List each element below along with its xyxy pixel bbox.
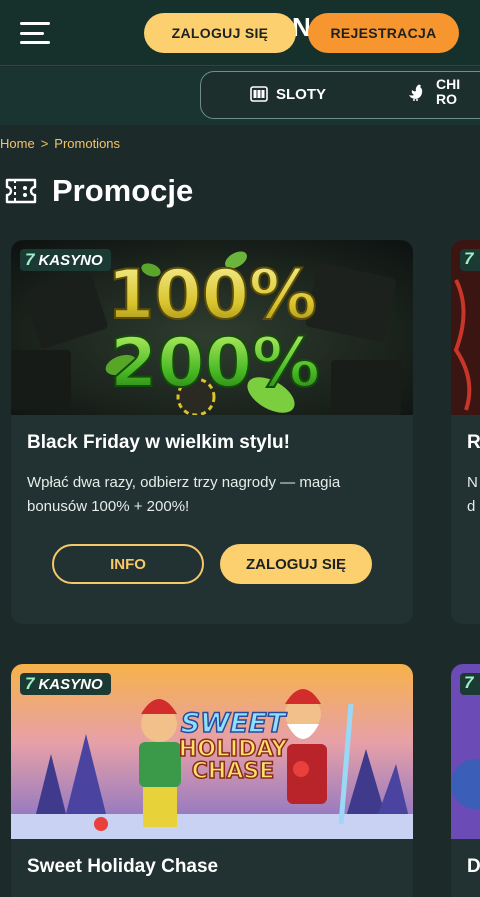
promotion-title: Black Friday w wielkim stylu! <box>27 432 290 453</box>
kasyno-seven-icon: 7 <box>25 674 35 693</box>
page-heading: Promocje <box>52 173 194 208</box>
peek-title: D <box>467 856 480 877</box>
promotion-image: 100% 200% 7 KASYNO <box>11 240 413 415</box>
category-slots[interactable]: SLOTY <box>250 85 326 103</box>
breadcrumb-separator: > <box>40 136 49 151</box>
breadcrumb-home[interactable]: Home <box>0 136 35 151</box>
kasyno-seven-icon: 7 <box>25 250 35 269</box>
kasyno-label: KASYNO <box>38 251 103 269</box>
category-chicken-label: CHI RO <box>436 76 461 107</box>
kasyno-seven-icon: 7 <box>460 249 480 271</box>
page-title: Promocje <box>4 173 193 209</box>
promo-image-text-bottom: CHASE <box>192 759 274 784</box>
slot-machine-icon <box>250 86 268 102</box>
breadcrumb: Home > Promotions <box>0 136 120 151</box>
promotion-image: SWEET HOLIDAY CHASE 7 KASYNO <box>11 664 413 839</box>
category-nav: SLOTY CHI RO <box>0 67 480 125</box>
category-chicken[interactable]: CHI RO <box>406 77 476 107</box>
info-button[interactable]: INFO <box>52 544 204 584</box>
menu-icon[interactable] <box>20 22 50 44</box>
register-button[interactable]: REJESTRACJA <box>308 13 459 53</box>
kasyno-badge: 7 KASYNO <box>20 249 111 271</box>
top-header: N ZALOGUJ SIĘ REJESTRACJA <box>0 0 480 66</box>
promo-image-text-top: SWEET <box>181 708 288 739</box>
promo-image-text-bottom: 200% <box>110 324 320 403</box>
card-login-button[interactable]: ZALOGUJ SIĘ <box>220 544 372 584</box>
promotion-card: 100% 200% 7 KASYNO Black Friday w wielki… <box>11 240 413 624</box>
promotion-card: SWEET HOLIDAY CHASE 7 KASYNO Sweet Holid… <box>11 664 413 897</box>
promotion-title: Sweet Holiday Chase <box>27 856 219 877</box>
promotion-card-peek[interactable]: 7 R N d <box>451 240 480 624</box>
peek-desc-line: d <box>467 498 476 515</box>
promotion-description: Wpłać dwa razy, odbierz trzy nagrody — m… <box>27 474 341 515</box>
ticket-icon <box>5 178 37 204</box>
kasyno-seven-icon: 7 <box>460 673 480 695</box>
kasyno-badge: 7 KASYNO <box>20 673 111 695</box>
peek-description: N d <box>467 471 478 519</box>
breadcrumb-current: Promotions <box>54 136 121 151</box>
chicken-icon <box>409 84 423 101</box>
peek-title: R <box>467 432 480 453</box>
login-button[interactable]: ZALOGUJ SIĘ <box>144 13 296 53</box>
category-slots-label: SLOTY <box>276 85 327 103</box>
kasyno-label: KASYNO <box>38 675 103 693</box>
peek-desc-line: N <box>467 474 478 491</box>
promotion-card-peek[interactable]: 7 D <box>451 664 480 897</box>
